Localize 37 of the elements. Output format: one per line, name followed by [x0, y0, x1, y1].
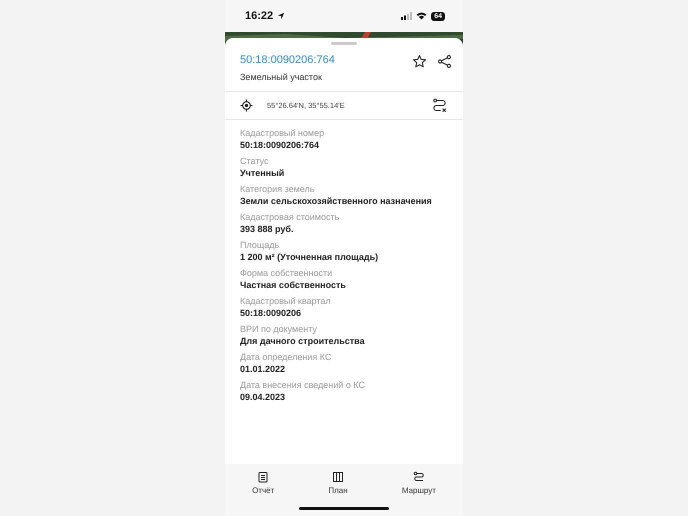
field-label: Статус: [240, 156, 270, 166]
target-icon[interactable]: [240, 99, 253, 112]
field-value: 50:18:0090206:764: [240, 140, 320, 150]
object-type: Земельный участок: [240, 72, 323, 82]
field-value: Земли сельскохозяйственного назначения: [240, 196, 433, 206]
field-label: Кадастровый номер: [240, 128, 326, 138]
field-value: 50:18:0090206: [240, 308, 302, 318]
cadastral-number-title: 50:18:0090206:764: [240, 54, 336, 66]
route-icon[interactable]: [432, 98, 447, 113]
nav-tab[interactable]: Маршрут: [402, 471, 436, 495]
route-icon: [412, 471, 425, 483]
field-value: Частная собственность: [240, 280, 347, 290]
field-value: 1 200 м² (Уточненная площадь): [240, 252, 380, 262]
field-label: Дата определения КС: [240, 352, 332, 362]
drag-handle[interactable]: [331, 42, 357, 45]
star-icon[interactable]: [412, 54, 427, 69]
nav-tab[interactable]: Отчёт: [252, 471, 274, 495]
clipboard-icon: [257, 471, 270, 483]
field-value: Учтенный: [240, 168, 286, 178]
field-label: Площадь: [240, 240, 280, 250]
field-value: Для дачного строительства: [240, 336, 366, 346]
status-time: 16:22: [245, 10, 274, 22]
field-label: Форма собственности: [240, 268, 334, 278]
field-label: Кадастровая стоимость: [240, 212, 340, 222]
map-icon: [332, 471, 344, 483]
field-value: 01.01.2022: [240, 364, 286, 374]
field-label: Кадастровый квартал: [240, 296, 332, 306]
nav-tab[interactable]: План: [328, 471, 348, 495]
signal-icon: [401, 12, 412, 20]
share-icon[interactable]: [437, 54, 452, 69]
field-label: Категория земель: [240, 184, 316, 194]
wifi-icon: [416, 12, 428, 20]
location-arrow-icon: [277, 12, 286, 20]
field-label: ВРИ по документу: [240, 324, 318, 334]
field-value: 393 888 руб.: [240, 224, 294, 234]
field-value: 09.04.2023: [240, 392, 286, 402]
field-label: Дата внесения сведений о КС: [240, 380, 366, 390]
